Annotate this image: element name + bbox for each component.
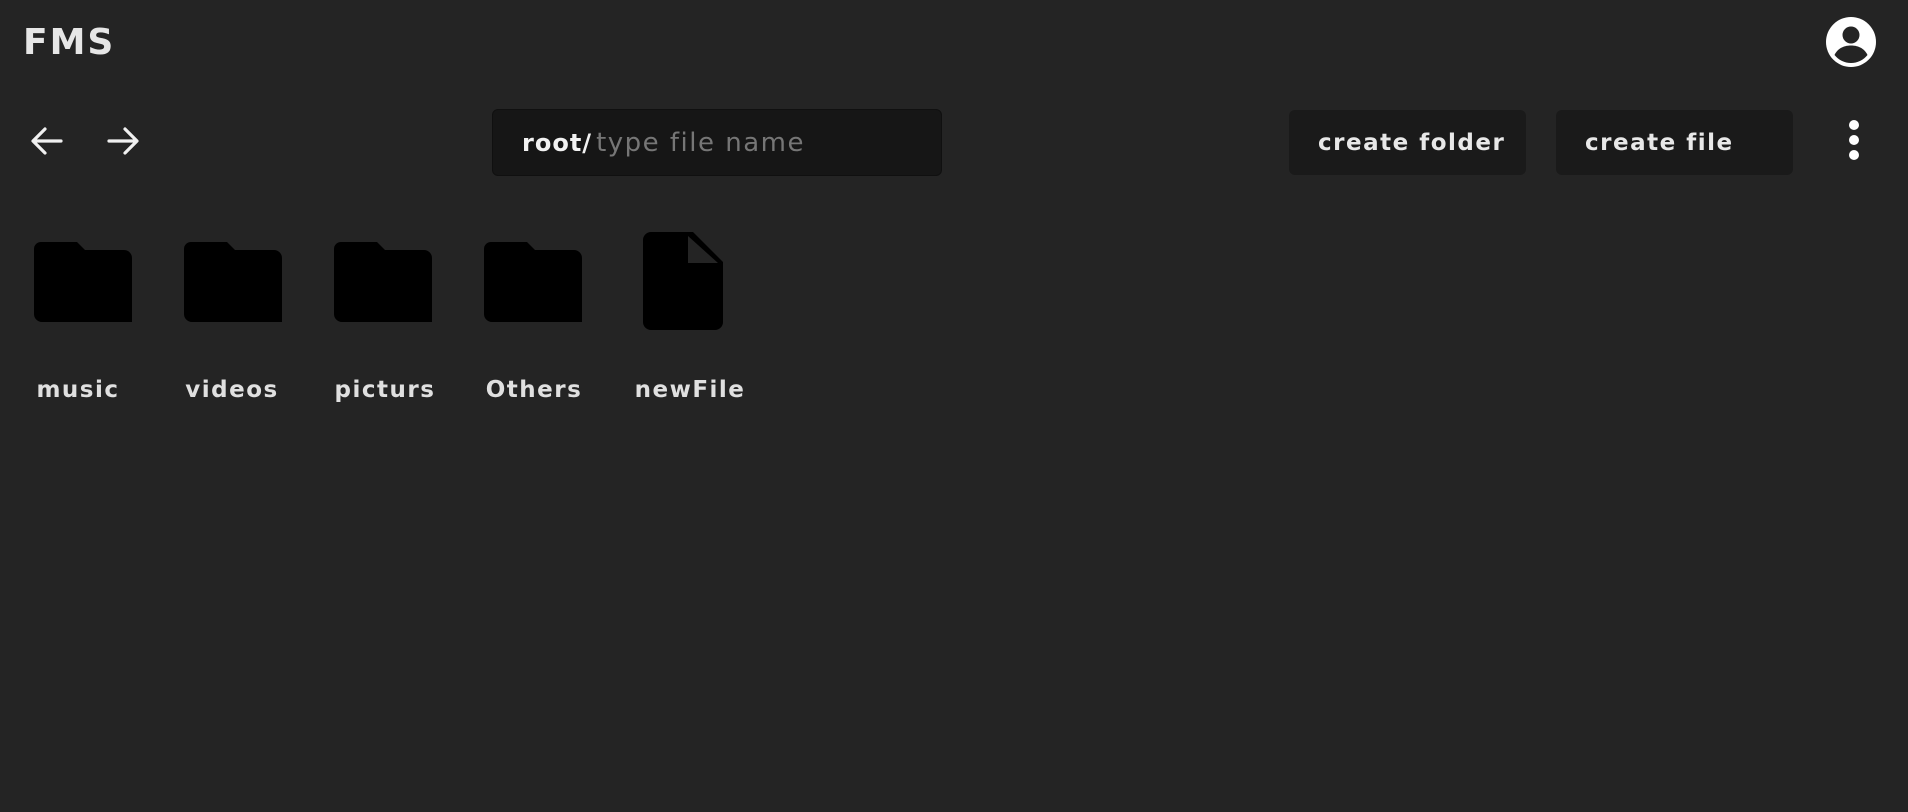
file-name-input[interactable] <box>592 127 927 158</box>
item-label: videos <box>185 377 279 403</box>
more-vertical-icon <box>1849 120 1859 160</box>
forward-button[interactable] <box>103 121 143 161</box>
arrow-left-icon <box>31 127 63 155</box>
path-bar: root/ <box>492 109 942 176</box>
file-icon <box>643 232 723 330</box>
file-grid: music videos picturs Others newFile <box>0 226 1908 426</box>
account-circle-icon[interactable] <box>1825 16 1877 68</box>
folder-icon <box>484 242 582 322</box>
item-label: Others <box>485 377 583 403</box>
file-item-newfile[interactable]: newFile <box>620 226 760 416</box>
arrow-right-icon <box>107 127 139 155</box>
create-file-button[interactable]: create file <box>1556 110 1793 175</box>
folder-item-videos[interactable]: videos <box>162 226 302 416</box>
back-button[interactable] <box>27 121 67 161</box>
app-brand: FMS <box>23 22 116 63</box>
create-folder-button[interactable]: create folder <box>1289 110 1526 175</box>
file-manager-app: FMS root/ create folder create file <box>0 0 1908 812</box>
folder-item-music[interactable]: music <box>8 226 148 416</box>
folder-item-others[interactable]: Others <box>464 226 604 416</box>
folder-icon <box>184 242 282 322</box>
path-prefix: root/ <box>522 128 593 157</box>
more-options-button[interactable] <box>1836 117 1872 165</box>
folder-item-picturs[interactable]: picturs <box>315 226 455 416</box>
folder-icon <box>34 242 132 322</box>
item-label: newFile <box>634 377 746 403</box>
folder-icon <box>334 242 432 322</box>
item-label: music <box>36 377 120 403</box>
item-label: picturs <box>334 377 436 403</box>
